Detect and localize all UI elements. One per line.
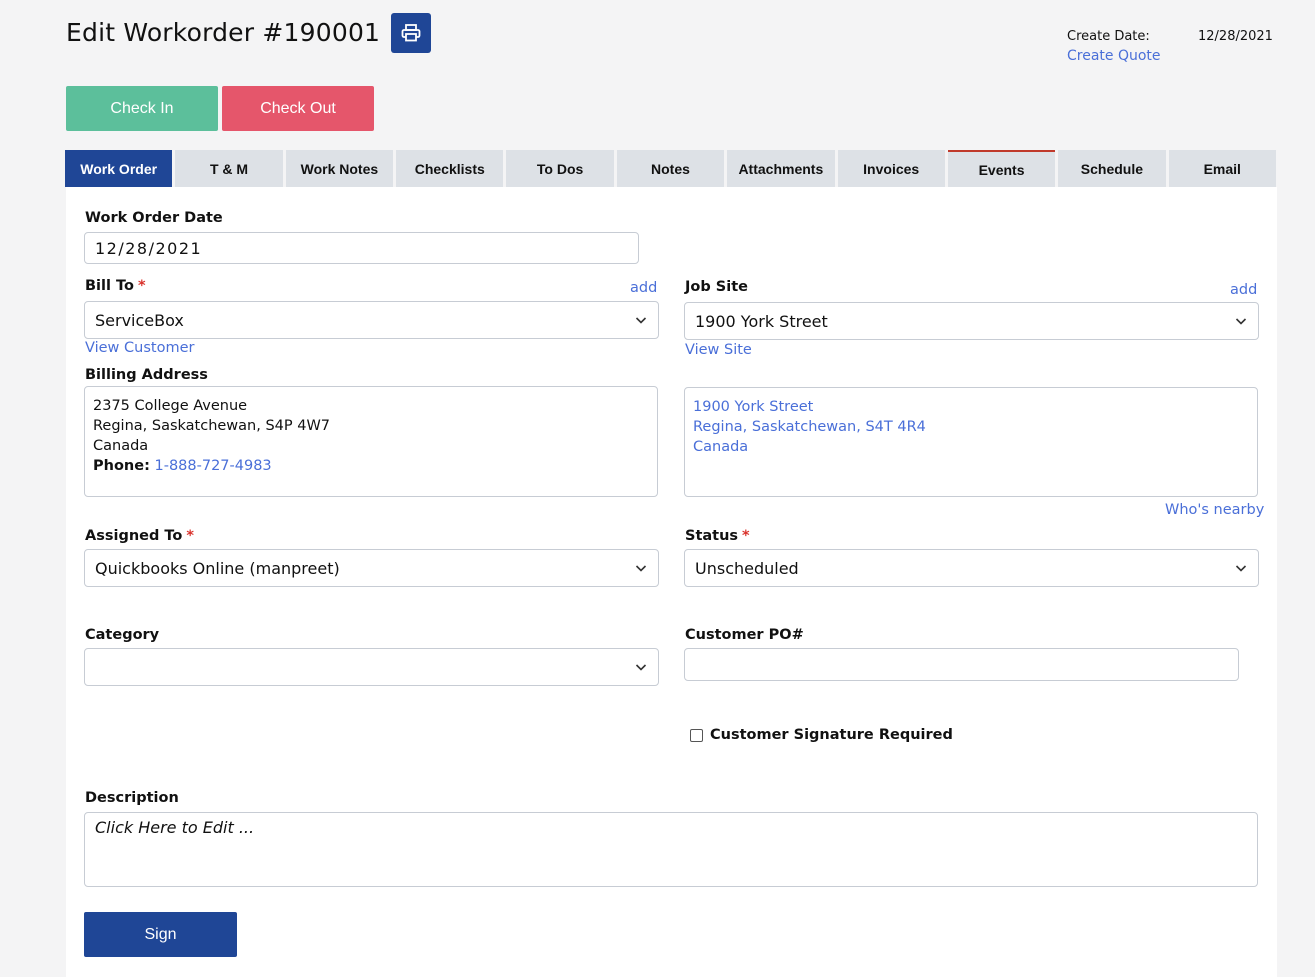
category-select[interactable] [84,648,659,686]
job-site-select[interactable]: 1900 York Street [684,302,1259,340]
tab-events[interactable]: Events [947,150,1056,187]
signature-required-label: Customer Signature Required [710,727,953,743]
chevron-down-icon [635,664,647,671]
bill-to-label: Bill To * [85,278,146,294]
page-title: Edit Workorder #190001 [66,18,381,47]
tab-email[interactable]: Email [1168,150,1276,187]
tab-t-and-m[interactable]: T & M [175,150,283,187]
tab-schedule[interactable]: Schedule [1058,150,1166,187]
tab-checklists[interactable]: Checklists [396,150,504,187]
tab-notes[interactable]: Notes [616,150,725,187]
create-date-value: 12/28/2021 [1198,29,1273,44]
billing-address-label: Billing Address [85,367,208,383]
chevron-down-icon [1235,318,1247,325]
tab-bar: Work Order T & M Work Notes Checklists T… [65,150,1276,187]
chevron-down-icon [1235,565,1247,572]
customer-po-input[interactable] [684,648,1239,681]
create-date-label: Create Date: [1067,29,1150,44]
site-address-line1[interactable]: 1900 York Street [693,397,1249,417]
work-order-date-label: Work Order Date [85,210,223,226]
job-site-label: Job Site [685,279,748,295]
signature-required-checkbox[interactable] [690,729,703,742]
required-marker: * [137,278,146,294]
assigned-to-label: Assigned To * [85,528,194,544]
site-address-line3[interactable]: Canada [693,437,1249,457]
tab-to-dos[interactable]: To Dos [506,150,614,187]
view-site-link[interactable]: View Site [685,342,752,358]
required-marker: * [742,528,750,544]
printer-icon [401,24,421,42]
tab-work-notes[interactable]: Work Notes [285,150,394,187]
status-select[interactable]: Unscheduled [684,549,1259,587]
description-label: Description [85,790,179,806]
billing-address-line3: Canada [93,438,149,454]
customer-po-label: Customer PO# [685,627,804,643]
site-address-box: 1900 York Street Regina, Saskatchewan, S… [684,387,1258,497]
add-customer-link[interactable]: add [630,280,657,296]
assigned-to-select[interactable]: Quickbooks Online (manpreet) [84,549,659,587]
add-site-link[interactable]: add [1230,282,1257,298]
status-value: Unscheduled [695,558,799,578]
sign-button[interactable]: Sign [84,912,237,957]
bill-to-value: ServiceBox [95,310,184,330]
view-customer-link[interactable]: View Customer [85,340,194,356]
billing-address-box: 2375 College Avenue Regina, Saskatchewan… [84,386,658,497]
job-site-value: 1900 York Street [695,311,828,331]
bill-to-select[interactable]: ServiceBox [84,301,659,339]
check-out-button[interactable]: Check Out [222,86,374,131]
tab-invoices[interactable]: Invoices [837,150,945,187]
status-label: Status * [685,528,750,544]
tab-work-order[interactable]: Work Order [65,150,173,187]
whos-nearby-link[interactable]: Who's nearby [1165,502,1264,518]
chevron-down-icon [635,317,647,324]
billing-address-line1: 2375 College Avenue [93,398,248,414]
required-marker: * [186,528,194,544]
description-editor[interactable]: Click Here to Edit ... [84,812,1258,887]
print-button[interactable] [391,13,431,53]
description-placeholder: Click Here to Edit ... [95,818,255,837]
billing-address-line2: Regina, Saskatchewan, S4P 4W7 [93,418,331,434]
check-in-button[interactable]: Check In [66,86,218,131]
billing-phone: Phone: 1-888-727-4983 [93,456,649,476]
chevron-down-icon [635,565,647,572]
assigned-to-value: Quickbooks Online (manpreet) [95,558,340,578]
phone-label: Phone: [93,458,150,474]
phone-link[interactable]: 1-888-727-4983 [154,458,271,474]
work-order-date-input[interactable]: 12/28/2021 [84,232,639,264]
tab-attachments[interactable]: Attachments [727,150,835,187]
create-quote-link[interactable]: Create Quote [1067,48,1161,64]
site-address-line2[interactable]: Regina, Saskatchewan, S4T 4R4 [693,417,1249,437]
category-label: Category [85,627,160,643]
